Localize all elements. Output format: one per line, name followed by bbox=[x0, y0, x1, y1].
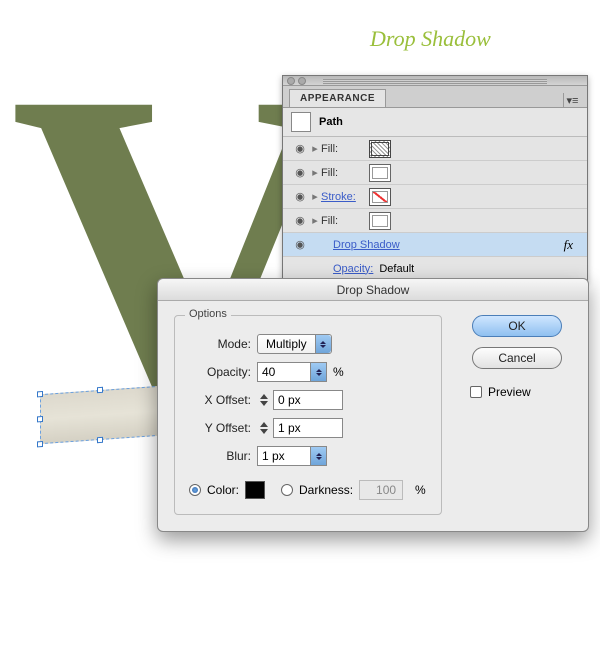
cancel-button[interactable]: Cancel bbox=[472, 347, 562, 369]
appearance-fill-row[interactable]: ◉ ▸ Fill: bbox=[283, 161, 587, 185]
selection-handle[interactable] bbox=[37, 416, 43, 422]
opacity-value: Default bbox=[379, 263, 414, 275]
stroke-swatch-none[interactable] bbox=[369, 188, 391, 206]
effect-label-link[interactable]: Drop Shadow bbox=[333, 239, 564, 251]
appearance-panel: APPEARANCE ▾≡ Path ◉ ▸ Fill: ◉ ▸ Fill: ◉… bbox=[282, 75, 588, 282]
drop-shadow-dialog: Drop Shadow Options Mode: Multiply Opaci… bbox=[157, 278, 589, 532]
blur-stepper[interactable] bbox=[311, 446, 327, 466]
shadow-color-swatch[interactable] bbox=[245, 481, 265, 499]
darkness-unit: % bbox=[415, 483, 426, 497]
yoffset-input[interactable]: 1 px bbox=[273, 418, 343, 438]
mode-label: Mode: bbox=[189, 337, 251, 351]
blur-label: Blur: bbox=[189, 449, 251, 463]
xoffset-label: X Offset: bbox=[189, 393, 251, 407]
opacity-label-link[interactable]: Opacity: bbox=[333, 263, 373, 275]
attr-label-link[interactable]: Stroke: bbox=[321, 191, 369, 203]
opacity-input[interactable]: 40 bbox=[257, 362, 311, 382]
appearance-fill-row[interactable]: ◉ ▸ Fill: bbox=[283, 137, 587, 161]
object-thumbnail bbox=[291, 112, 311, 132]
yoffset-row: Y Offset: 1 px bbox=[189, 418, 427, 438]
panel-titlebar[interactable] bbox=[283, 76, 587, 86]
minimize-icon[interactable] bbox=[298, 77, 306, 85]
color-label: Color: bbox=[207, 483, 239, 497]
opacity-row: Opacity: 40 % bbox=[189, 362, 427, 382]
panel-tabbar: APPEARANCE ▾≡ bbox=[283, 86, 587, 108]
stepper-icon[interactable] bbox=[257, 390, 271, 410]
appearance-header-row[interactable]: Path bbox=[283, 108, 587, 137]
darkness-radio[interactable] bbox=[281, 484, 293, 496]
dialog-titlebar[interactable]: Drop Shadow bbox=[158, 279, 588, 301]
color-radio[interactable] bbox=[189, 484, 201, 496]
selection-handle[interactable] bbox=[97, 437, 103, 443]
attr-label: Fill: bbox=[321, 215, 369, 227]
fill-swatch[interactable] bbox=[369, 164, 391, 182]
fx-icon: fx bbox=[564, 237, 573, 253]
stepper-icon[interactable] bbox=[257, 418, 271, 438]
visibility-eye-icon[interactable]: ◉ bbox=[291, 142, 309, 155]
mode-row: Mode: Multiply bbox=[189, 334, 427, 354]
tab-appearance[interactable]: APPEARANCE bbox=[289, 89, 386, 107]
attr-label: Fill: bbox=[321, 143, 369, 155]
chevron-up-down-icon bbox=[315, 335, 331, 353]
blur-input[interactable]: 1 px bbox=[257, 446, 311, 466]
opacity-unit: % bbox=[333, 365, 344, 379]
fill-swatch[interactable] bbox=[369, 140, 391, 158]
panel-menu-icon[interactable]: ▾≡ bbox=[563, 93, 581, 107]
visibility-eye-icon[interactable]: ◉ bbox=[291, 214, 309, 227]
disclosure-icon[interactable]: ▸ bbox=[309, 166, 321, 179]
selection-handle[interactable] bbox=[97, 387, 103, 393]
darkness-label: Darkness: bbox=[299, 483, 353, 497]
selection-handle[interactable] bbox=[37, 391, 43, 397]
panel-grip[interactable] bbox=[323, 79, 547, 85]
close-icon[interactable] bbox=[287, 77, 295, 85]
disclosure-icon[interactable]: ▸ bbox=[309, 190, 321, 203]
disclosure-icon[interactable]: ▸ bbox=[309, 214, 321, 227]
preview-checkbox[interactable] bbox=[470, 386, 482, 398]
color-darkness-row: Color: Darkness: 100 % bbox=[189, 480, 427, 500]
appearance-panel-body: Path ◉ ▸ Fill: ◉ ▸ Fill: ◉ ▸ Stroke: ◉ ▸… bbox=[283, 108, 587, 281]
preview-row: Preview bbox=[470, 385, 531, 399]
visibility-eye-icon[interactable]: ◉ bbox=[291, 190, 309, 203]
selection-handle[interactable] bbox=[37, 441, 43, 447]
opacity-stepper[interactable] bbox=[311, 362, 327, 382]
ok-button[interactable]: OK bbox=[472, 315, 562, 337]
fieldset-legend: Options bbox=[185, 308, 231, 320]
mode-select[interactable]: Multiply bbox=[257, 334, 332, 354]
visibility-eye-icon[interactable]: ◉ bbox=[291, 238, 309, 251]
mode-value: Multiply bbox=[258, 337, 315, 351]
object-type-label: Path bbox=[319, 116, 343, 128]
dialog-buttons: OK Cancel Preview bbox=[442, 315, 572, 515]
options-fieldset: Options Mode: Multiply Opacity: 40 % X O… bbox=[174, 315, 442, 515]
visibility-eye-icon[interactable]: ◉ bbox=[291, 166, 309, 179]
selected-ribbon-object[interactable] bbox=[40, 386, 160, 444]
appearance-stroke-row[interactable]: ◉ ▸ Stroke: bbox=[283, 185, 587, 209]
attr-label: Fill: bbox=[321, 167, 369, 179]
blur-row: Blur: 1 px bbox=[189, 446, 427, 466]
fill-swatch[interactable] bbox=[369, 212, 391, 230]
opacity-label: Opacity: bbox=[189, 365, 251, 379]
xoffset-row: X Offset: 0 px bbox=[189, 390, 427, 410]
appearance-effect-row[interactable]: ◉ Drop Shadow fx bbox=[283, 233, 587, 257]
xoffset-input[interactable]: 0 px bbox=[273, 390, 343, 410]
preview-label: Preview bbox=[488, 385, 531, 399]
appearance-fill-row[interactable]: ◉ ▸ Fill: bbox=[283, 209, 587, 233]
darkness-input: 100 bbox=[359, 480, 403, 500]
yoffset-label: Y Offset: bbox=[189, 421, 251, 435]
page-title: Drop Shadow bbox=[370, 26, 491, 52]
disclosure-icon[interactable]: ▸ bbox=[309, 142, 321, 155]
